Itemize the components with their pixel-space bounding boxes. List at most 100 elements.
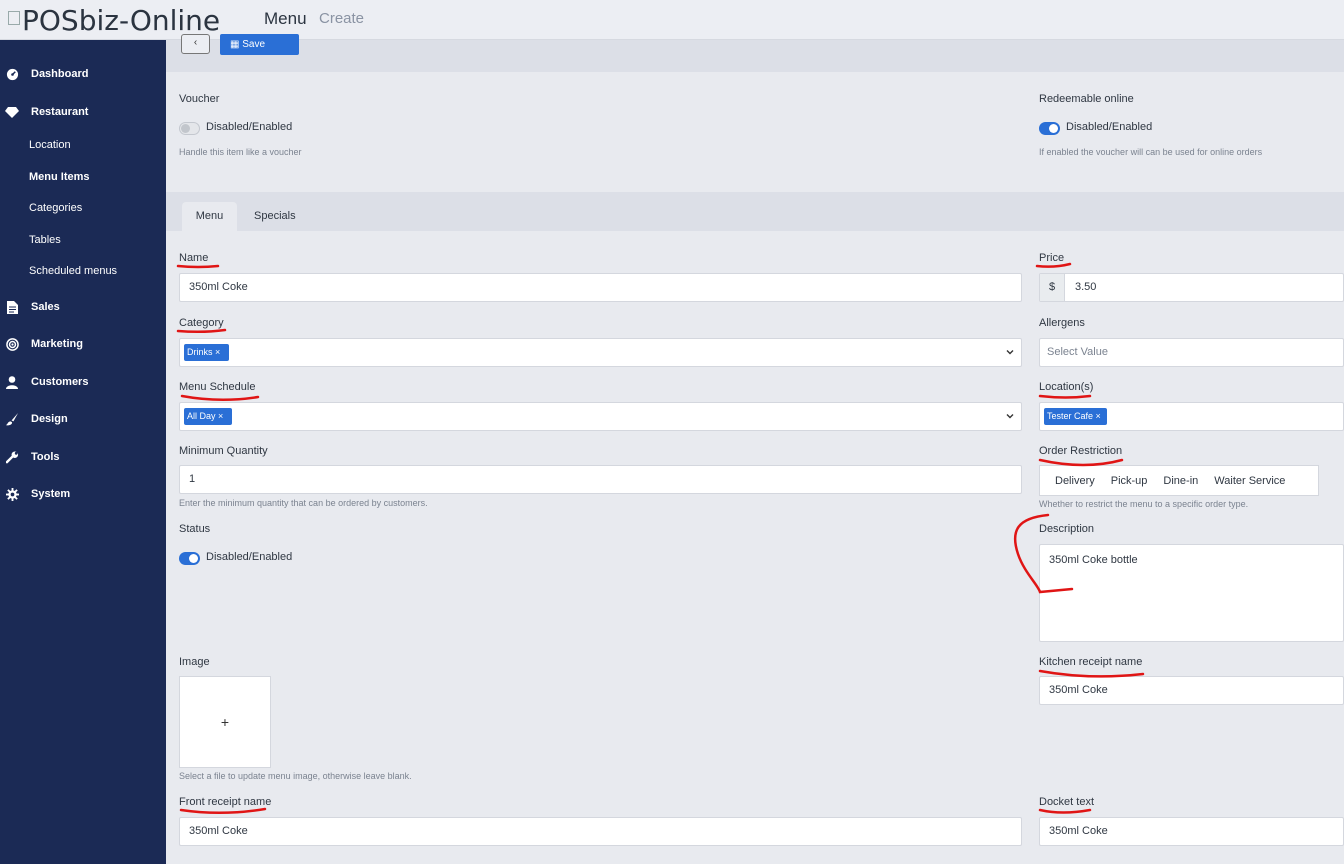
chevron-down-icon: [1006, 350, 1014, 355]
docket-text-label: Docket text: [1039, 796, 1095, 808]
order-restriction-help: Whether to restrict the menu to a specif…: [1039, 499, 1249, 509]
tag-label: Drinks: [187, 347, 213, 357]
image-upload[interactable]: +: [179, 676, 271, 768]
redeemable-toggle[interactable]: [1039, 122, 1060, 135]
image-label: Image: [179, 656, 210, 668]
toggle-knob: [189, 554, 198, 563]
sidebar-item-label: Tools: [31, 451, 60, 463]
kitchen-receipt-input[interactable]: 350ml Coke: [1039, 676, 1344, 705]
voucher-help: Handle this item like a voucher: [179, 147, 302, 157]
plus-icon: +: [220, 714, 230, 730]
menu-schedule-select[interactable]: All Day ×: [179, 402, 1022, 431]
redeemable-toggle-label: Disabled/Enabled: [1066, 121, 1153, 133]
tab-menu[interactable]: Menu: [182, 202, 237, 231]
sidebar-item-label: Restaurant: [31, 106, 89, 118]
description-textarea[interactable]: 350ml Coke bottle: [1039, 544, 1344, 642]
sidebar-item-label: Customers: [31, 376, 89, 388]
tag-remove-icon[interactable]: ×: [216, 411, 223, 421]
order-type-dine-in[interactable]: Dine-in: [1155, 475, 1206, 487]
sidebar-item-marketing[interactable]: Marketing: [0, 332, 166, 356]
toggle-knob: [181, 124, 190, 133]
sidebar-subitem-location[interactable]: Location: [29, 135, 71, 155]
sidebar-subitem-scheduled-menus[interactable]: Scheduled menus: [29, 261, 117, 281]
sidebar-item-label: Sales: [31, 301, 60, 313]
toggle-knob: [1049, 124, 1058, 133]
price-value: 3.50: [1075, 281, 1097, 293]
logo-text: POSbiz-Online: [22, 4, 221, 33]
menu-schedule-tag: All Day ×: [184, 408, 232, 425]
tag-label: All Day: [187, 411, 216, 421]
sidebar-item-restaurant[interactable]: Restaurant: [0, 100, 166, 124]
save-button[interactable]: ▦ Save: [220, 34, 299, 55]
minimum-quantity-label: Minimum Quantity: [179, 445, 268, 457]
user-icon: [5, 375, 19, 389]
name-input[interactable]: 350ml Coke: [179, 273, 1022, 302]
sidebar-item-sales[interactable]: Sales: [0, 295, 166, 319]
sidebar-item-label: System: [31, 488, 71, 500]
wrench-icon: [5, 450, 19, 464]
sidebar-item-customers[interactable]: Customers: [0, 370, 166, 394]
order-restriction-label: Order Restriction: [1039, 445, 1123, 457]
front-receipt-input[interactable]: 350ml Coke: [179, 817, 1022, 846]
save-icon: ▦: [230, 39, 243, 50]
docket-text-input[interactable]: 350ml Coke: [1039, 817, 1344, 846]
chevron-down-icon: [1006, 414, 1014, 419]
logo[interactable]: POSbiz-Online: [8, 3, 220, 33]
allergens-select[interactable]: Select Value: [1039, 338, 1344, 367]
category-label: Category: [179, 317, 224, 329]
sidebar-item-tools[interactable]: Tools: [0, 445, 166, 469]
status-label: Status: [179, 523, 211, 535]
dashboard-icon: [5, 67, 19, 81]
tag-remove-icon[interactable]: ×: [1093, 411, 1101, 421]
name-label: Name: [179, 252, 209, 264]
tab-specials[interactable]: Specials: [254, 202, 296, 231]
sidebar: Dashboard Restaurant Location Menu Items…: [0, 40, 166, 864]
sidebar-subitem-tables[interactable]: Tables: [29, 230, 61, 250]
order-restriction-group: Delivery Pick-up Dine-in Waiter Service: [1039, 465, 1319, 496]
category-tag: Drinks ×: [184, 344, 229, 361]
price-label: Price: [1039, 252, 1065, 264]
brush-icon: [5, 412, 19, 426]
order-type-delivery[interactable]: Delivery: [1047, 475, 1103, 487]
price-input-group[interactable]: $ 3.50: [1039, 273, 1344, 302]
main-content: ‹ ▦ Save Voucher Disabled/Enabled Handle…: [166, 34, 1344, 864]
tag-label: Tester Cafe: [1047, 411, 1094, 421]
tag-remove-icon[interactable]: ×: [213, 347, 220, 357]
sidebar-subitem-menu-items[interactable]: Menu Items: [29, 167, 90, 187]
sidebar-item-system[interactable]: System: [0, 482, 166, 506]
redeemable-label: Redeemable online: [1039, 93, 1134, 105]
sidebar-item-label: Design: [31, 413, 68, 425]
image-help: Select a file to update menu image, othe…: [179, 771, 412, 781]
minimum-quantity-input[interactable]: 1: [179, 465, 1022, 494]
status-toggle[interactable]: [179, 552, 200, 565]
order-type-pickup[interactable]: Pick-up: [1103, 475, 1156, 487]
page-subtitle: Create: [319, 10, 365, 27]
gear-icon: [5, 487, 19, 501]
sidebar-item-label: Dashboard: [31, 68, 89, 80]
locations-select[interactable]: Tester Cafe ×: [1039, 402, 1344, 431]
front-receipt-label: Front receipt name: [179, 796, 272, 808]
sidebar-subitem-categories[interactable]: Categories: [29, 198, 82, 218]
sidebar-item-dashboard[interactable]: Dashboard: [0, 62, 166, 86]
voucher-toggle-label: Disabled/Enabled: [206, 121, 293, 133]
back-button[interactable]: ‹: [181, 34, 210, 54]
page-title: Menu: [264, 9, 307, 28]
redeemable-help: If enabled the voucher will can be used …: [1039, 147, 1263, 157]
voucher-label: Voucher: [179, 93, 220, 105]
document-icon: [5, 300, 19, 314]
target-icon: [5, 337, 19, 351]
locations-label: Location(s): [1039, 381, 1094, 393]
broken-image-icon: [8, 11, 20, 25]
save-label: Save: [242, 39, 266, 50]
kitchen-receipt-label: Kitchen receipt name: [1039, 656, 1143, 668]
sidebar-item-label: Marketing: [31, 338, 83, 350]
category-select[interactable]: Drinks ×: [179, 338, 1022, 367]
location-tag: Tester Cafe ×: [1044, 408, 1107, 425]
sidebar-item-design[interactable]: Design: [0, 407, 166, 431]
menu-schedule-label: Menu Schedule: [179, 381, 256, 393]
minimum-quantity-help: Enter the minimum quantity that can be o…: [179, 498, 428, 508]
description-label: Description: [1039, 523, 1095, 535]
tab-strip: Menu Specials: [166, 192, 1344, 231]
voucher-toggle[interactable]: [179, 122, 200, 135]
order-type-waiter-service[interactable]: Waiter Service: [1206, 475, 1293, 487]
